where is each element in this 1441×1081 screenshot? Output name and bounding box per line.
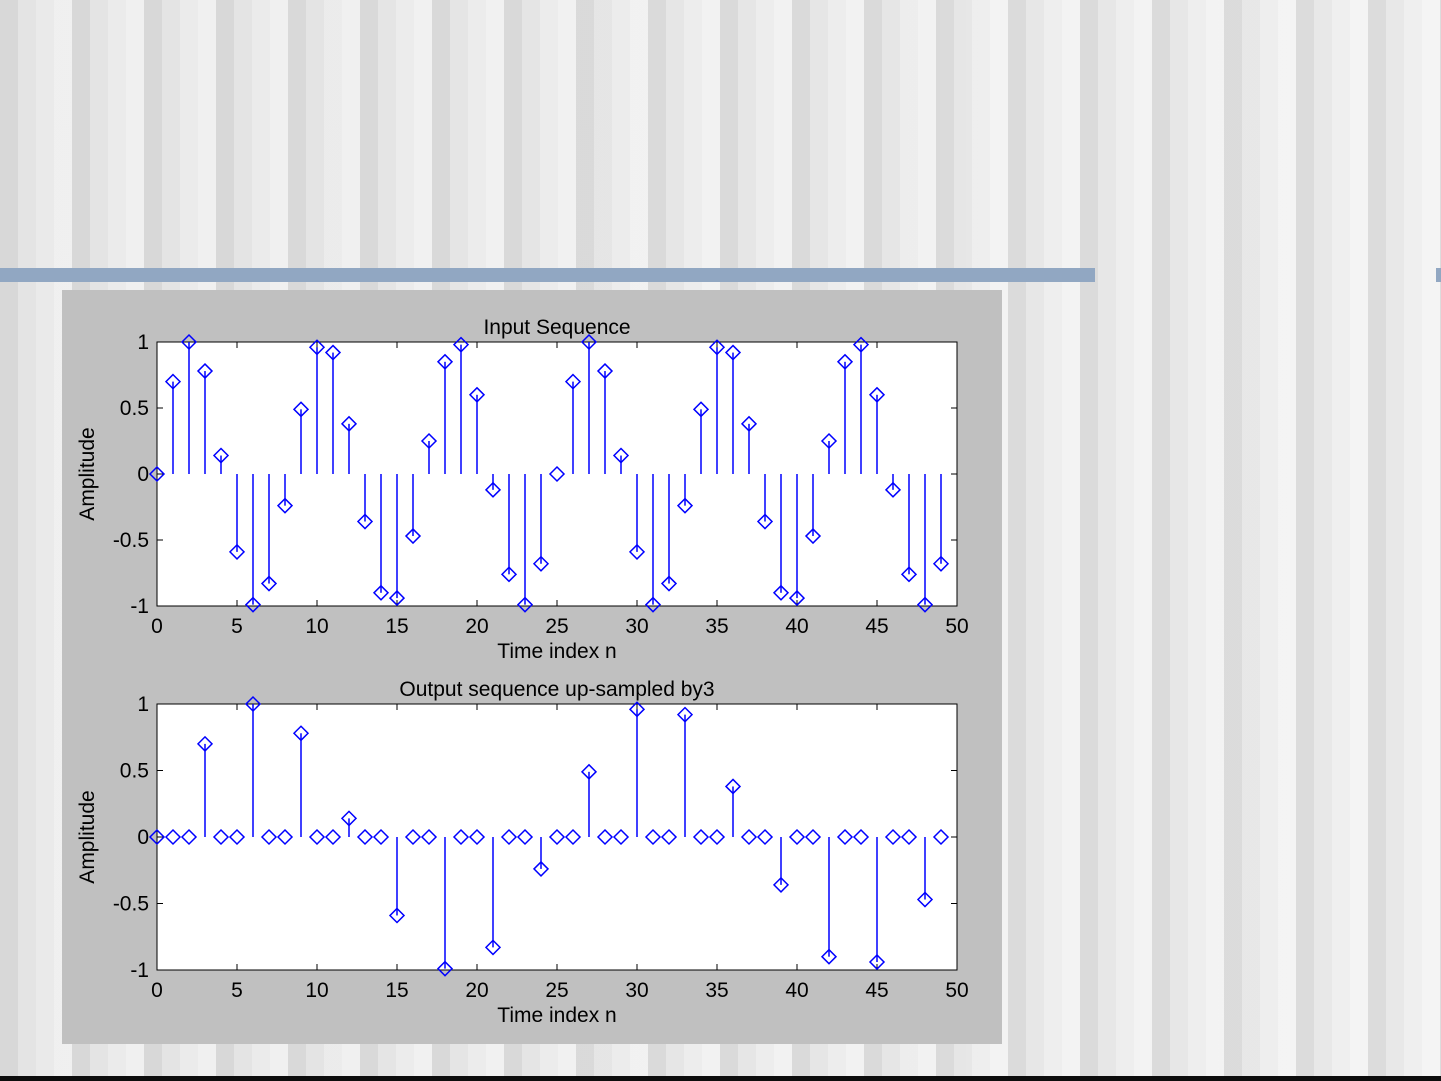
y-tick-label: 1 [137, 331, 149, 354]
y-axis-label: Amplitude [76, 427, 99, 520]
y-tick-label: 0.5 [120, 760, 149, 783]
x-tick-label: 10 [305, 615, 328, 638]
x-tick-label: 0 [151, 979, 163, 1002]
x-tick-label: 15 [385, 979, 408, 1002]
y-tick-label: -0.5 [113, 893, 149, 916]
input-sequence-plot: Input Sequence0 5 10 15 20 25 30 35 40 45 5010.50-… [76, 316, 969, 663]
y-tick-label: 0 [137, 463, 149, 486]
x-tick-label: 35 [705, 979, 728, 1002]
plot-area [156, 341, 958, 607]
x-tick-label: 45 [865, 615, 888, 638]
x-tick-label: 10 [305, 979, 328, 1002]
y-tick-label: 1 [137, 693, 149, 716]
chart-title: Output sequence up-sampled by3 [399, 678, 714, 701]
y-tick-label: -1 [130, 959, 149, 982]
x-tick-label: 35 [705, 615, 728, 638]
x-tick-label: 30 [625, 615, 648, 638]
upsampled-output-plot: Output sequence up-sampled by30 5 10 15 20 25… [76, 678, 969, 1027]
x-tick-label: 30 [625, 979, 648, 1002]
x-tick-label: 50 [945, 979, 968, 1002]
x-tick-label: 50 [945, 615, 968, 638]
x-tick-label: 25 [545, 615, 568, 638]
x-tick-label: 40 [785, 979, 808, 1002]
header-rule-end [1436, 268, 1441, 282]
figure-window: Input Sequence 0 5 10 15 20 25 30 35 40 45 50 1 0.5 0-… [62, 290, 1002, 1044]
x-tick-label: 0 [151, 615, 163, 638]
y-tick-label: -0.5 [113, 529, 149, 552]
x-tick-label: 45 [865, 979, 888, 1002]
x-tick-label: 15 [385, 615, 408, 638]
stem-plots: Input Sequence0 5 10 15 20 25 30 35 40 45 5010.50-… [76, 316, 969, 1027]
y-tick-label: -1 [130, 595, 149, 618]
y-axis-label: Amplitude [76, 790, 99, 883]
x-tick-label: 40 [785, 615, 808, 638]
x-axis-label: Time index n [497, 640, 616, 663]
header-rule [0, 268, 1095, 282]
x-tick-label: 20 [465, 615, 488, 638]
x-tick-label: 5 [231, 615, 243, 638]
chart-title: Input Sequence [483, 316, 630, 339]
x-tick-label: 20 [465, 979, 488, 1002]
x-tick-label: 5 [231, 979, 243, 1002]
footer-rule [0, 1076, 1441, 1081]
y-tick-label: 0 [137, 826, 149, 849]
x-axis-label: Time index n [497, 1004, 616, 1027]
y-tick-label: 0.5 [120, 397, 149, 420]
x-tick-label: 25 [545, 979, 568, 1002]
